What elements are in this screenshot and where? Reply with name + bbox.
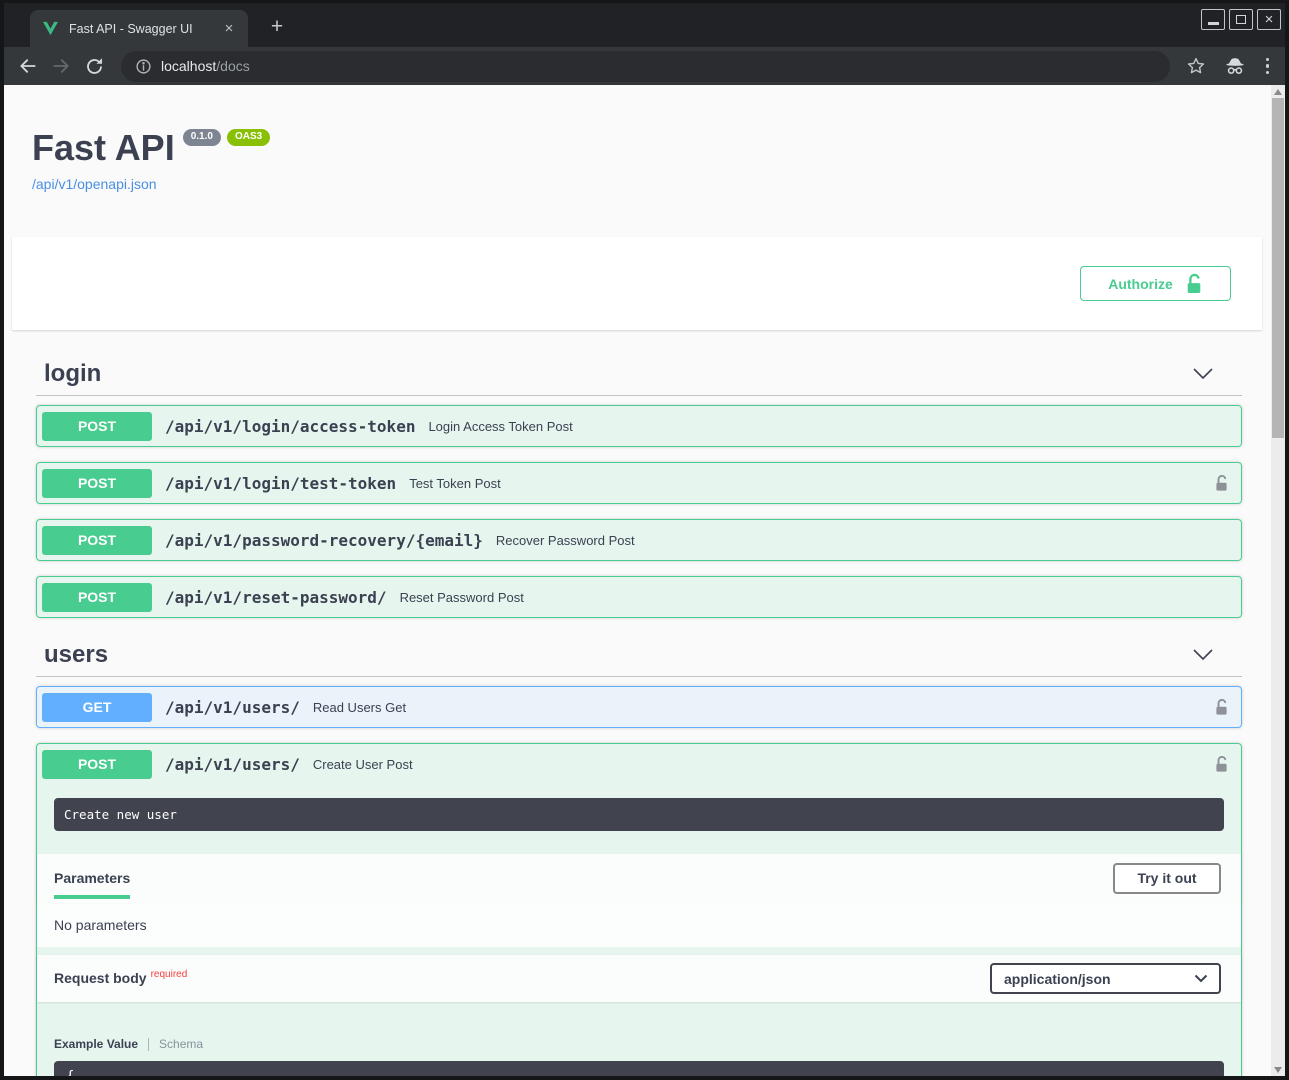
unlocked-padlock-icon[interactable] [1214,698,1229,717]
api-info: Fast API 0.1.0 OAS3 /api/v1/openapi.json [32,127,1285,192]
toolbar-actions [1186,55,1272,77]
operation-summary[interactable]: POST /api/v1/reset-password/ Reset Passw… [37,577,1241,617]
scroll-down-arrow[interactable] [1271,1063,1285,1076]
minimize-icon [1208,22,1219,25]
minimize-button[interactable] [1201,9,1225,30]
page-scrollbar[interactable] [1271,85,1285,1076]
try-it-out-button[interactable]: Try it out [1113,863,1221,894]
request-body-header: Request body required application/json [37,955,1241,1002]
unlocked-padlock-icon[interactable] [1214,755,1229,774]
tab-divider [148,1038,149,1051]
back-button[interactable] [16,54,40,78]
operation-summary[interactable]: POST /api/v1/login/test-token Test Token… [37,463,1241,503]
fastapi-favicon-icon [42,21,60,37]
operation-post-users-expanded[interactable]: POST /api/v1/users/ Create User Post Cre… [36,743,1242,1076]
operation-path: /api/v1/login/access-token [165,417,415,436]
operation-summary-text: Read Users Get [313,700,406,715]
tab-example-value[interactable]: Example Value [54,1037,138,1051]
operation-post-password-recovery[interactable]: POST /api/v1/password-recovery/{email} R… [36,519,1242,561]
incognito-icon [1223,55,1247,77]
operation-summary[interactable]: GET /api/v1/users/ Read Users Get [37,687,1241,727]
operation-path: /api/v1/login/test-token [165,474,396,493]
media-type-value: application/json [1004,971,1111,987]
operation-summary-text: Recover Password Post [496,533,635,548]
operation-path: /api/v1/users/ [165,755,300,774]
new-tab-button[interactable]: + [264,15,290,41]
unlocked-padlock-icon [1185,273,1203,295]
url-path: /docs [216,58,249,74]
browser-tab[interactable]: Fast API - Swagger UI × [30,10,248,47]
operation-summary-text: Login Access Token Post [428,419,572,434]
close-tab-icon[interactable]: × [220,20,238,37]
media-type-select[interactable]: application/json [990,963,1221,994]
chevron-down-icon[interactable] [1192,367,1214,380]
page-title: Fast API [32,127,175,169]
example-value-code-block[interactable]: { [54,1061,1224,1076]
method-badge: POST [42,526,152,555]
operation-summary-text: Test Token Post [409,476,501,491]
swagger-page: Fast API 0.1.0 OAS3 /api/v1/openapi.json… [4,85,1285,1076]
authorize-button[interactable]: Authorize [1080,266,1231,301]
unlocked-padlock-icon[interactable] [1214,474,1229,493]
tab-schema[interactable]: Schema [159,1037,203,1051]
browser-menu-icon[interactable] [1264,56,1272,77]
authorize-label: Authorize [1108,276,1173,292]
operation-summary-text: Reset Password Post [400,590,524,605]
openapi-spec-link[interactable]: /api/v1/openapi.json [32,176,1285,192]
parameters-header: Parameters Try it out [37,854,1241,902]
browser-window: Fast API - Swagger UI × + × localhost/do… [0,0,1289,1080]
tag-name-login: login [44,360,101,388]
operations-wrapper: login POST /api/v1/login/access-token Lo… [36,352,1242,1076]
operation-post-login-access-token[interactable]: POST /api/v1/login/access-token Login Ac… [36,405,1242,447]
operation-get-users[interactable]: GET /api/v1/users/ Read Users Get [36,686,1242,728]
method-badge: POST [42,469,152,498]
oas3-badge: OAS3 [227,129,270,146]
operation-summary[interactable]: POST /api/v1/password-recovery/{email} R… [37,520,1241,560]
api-title-row: Fast API 0.1.0 OAS3 [32,127,1285,169]
maximize-icon [1236,15,1246,24]
operation-description: Create new user [54,798,1224,831]
parameters-title: Parameters [54,864,130,892]
close-window-button[interactable]: × [1257,9,1281,30]
method-badge: POST [42,583,152,612]
operation-summary-text: Create User Post [313,757,413,772]
tab-title: Fast API - Swagger UI [69,22,220,36]
forward-button[interactable] [49,54,73,78]
reload-button[interactable] [82,54,106,78]
code-first-line: { [66,1069,74,1076]
window-controls: × [1201,9,1281,30]
tag-section-login[interactable]: login [36,352,1242,396]
version-badge: 0.1.0 [183,129,221,146]
browser-toolbar: localhost/docs [4,47,1285,85]
operation-summary[interactable]: POST /api/v1/login/access-token Login Ac… [37,406,1241,446]
operation-path: /api/v1/reset-password/ [165,588,387,607]
browser-titlebar: Fast API - Swagger UI × + × [4,3,1285,47]
method-badge: POST [42,412,152,441]
url-host: localhost [161,58,216,74]
chevron-down-icon[interactable] [1192,648,1214,661]
tag-name-users: users [44,641,108,669]
method-badge: GET [42,693,152,722]
tag-section-users[interactable]: users [36,633,1242,677]
operation-summary[interactable]: POST /api/v1/users/ Create User Post [37,744,1241,784]
operation-path: /api/v1/password-recovery/{email} [165,531,483,550]
bookmark-star-icon[interactable] [1186,56,1206,76]
method-badge: POST [42,750,152,779]
required-flag: required [151,969,188,980]
maximize-button[interactable] [1229,9,1253,30]
scrollbar-thumb[interactable] [1272,98,1284,438]
scroll-up-arrow[interactable] [1271,85,1285,98]
operation-post-reset-password[interactable]: POST /api/v1/reset-password/ Reset Passw… [36,576,1242,618]
operation-post-login-test-token[interactable]: POST /api/v1/login/test-token Test Token… [36,462,1242,504]
chevron-down-icon [1194,974,1208,983]
address-bar[interactable]: localhost/docs [121,51,1170,82]
close-window-icon: × [1265,12,1274,27]
no-parameters-text: No parameters [37,902,1241,947]
model-example-tabs: Example Value Schema [54,1037,1241,1051]
page-info-icon[interactable] [135,58,152,75]
scheme-container: Authorize [12,237,1262,330]
request-body-label: Request body [54,970,147,986]
operation-path: /api/v1/users/ [165,698,300,717]
